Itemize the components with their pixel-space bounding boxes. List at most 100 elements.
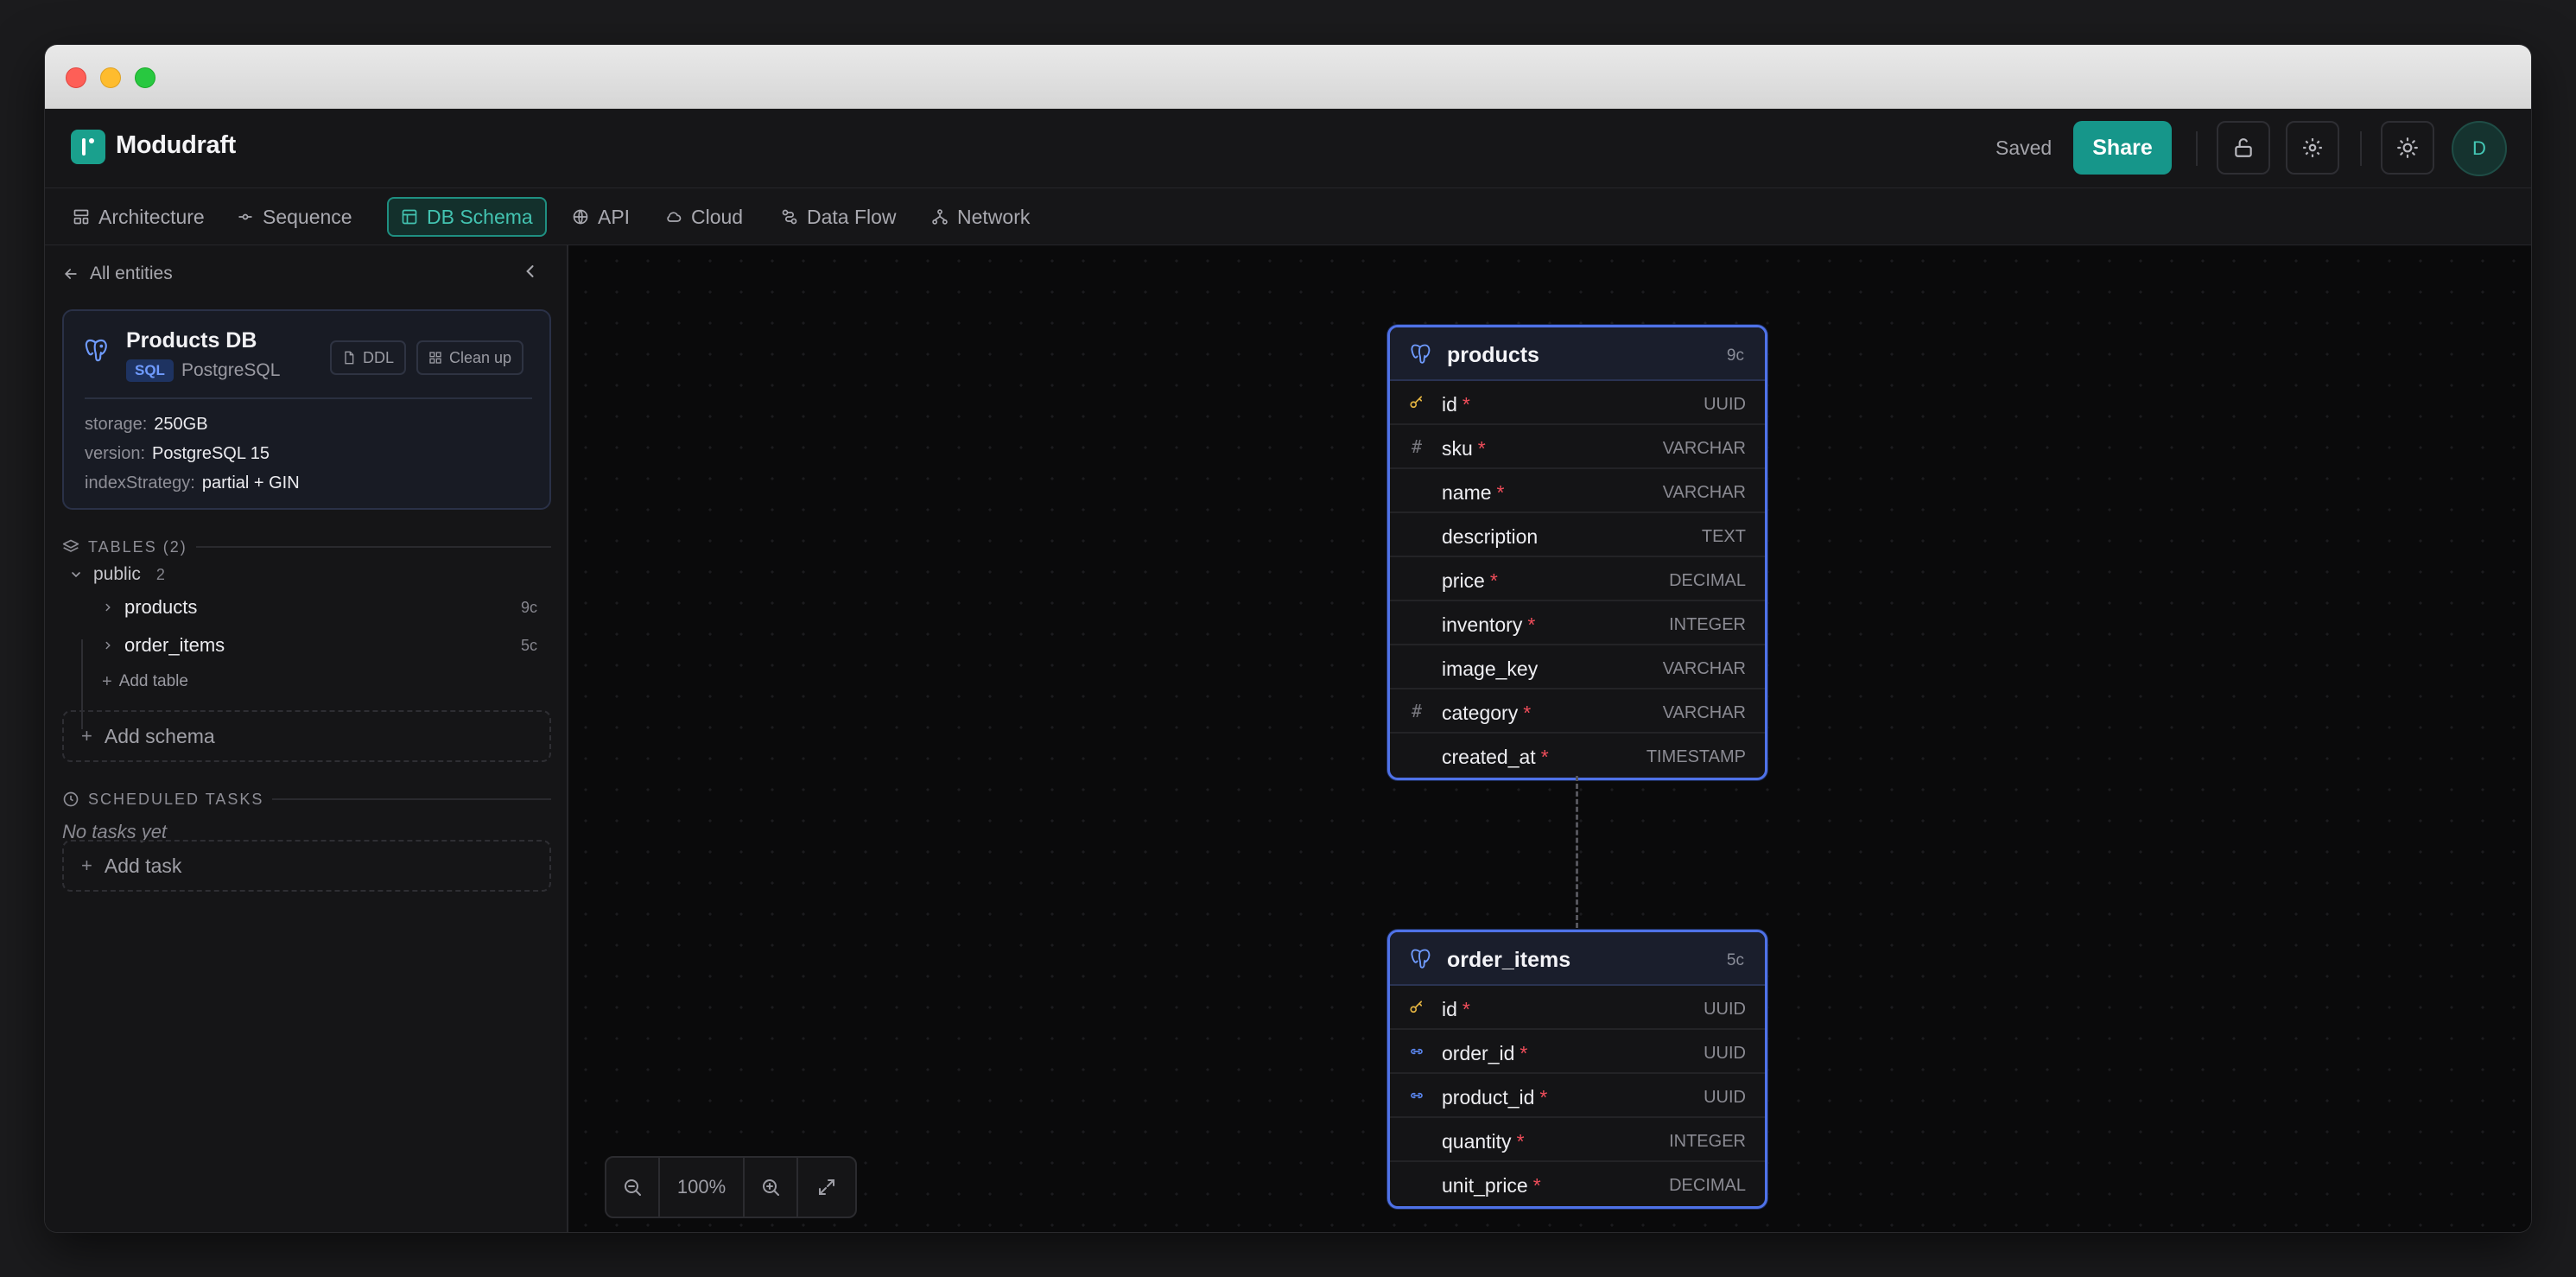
- zoom-in-icon: [763, 1179, 779, 1196]
- required-marker: *: [1527, 613, 1536, 636]
- database-engine: PostgreSQL: [181, 360, 281, 380]
- column-name: category *: [1442, 702, 1531, 725]
- add-task-button[interactable]: + Add task: [62, 840, 551, 892]
- maximize-window-button[interactable]: [135, 67, 155, 88]
- column-type: UUID: [1704, 395, 1746, 414]
- tables-section-label: TABLES (2): [88, 537, 187, 556]
- chevron-right-icon: [105, 641, 111, 650]
- zoom-in-button[interactable]: [745, 1158, 798, 1217]
- table-card-products[interactable]: products 9c id * UUID # sku * VARCHAR name * VARC…: [1387, 325, 1767, 780]
- minimize-window-button[interactable]: [100, 67, 121, 88]
- column-row[interactable]: product_id * UUID: [1390, 1074, 1765, 1118]
- column-type: UUID: [1704, 1044, 1746, 1063]
- postgresql-icon: [1411, 344, 1431, 364]
- column-type: VARCHAR: [1662, 659, 1746, 678]
- divider: [2196, 131, 2198, 166]
- column-row[interactable]: unit_price * DECIMAL: [1390, 1162, 1765, 1206]
- column-name-text: image_key: [1442, 658, 1539, 680]
- database-card[interactable]: Products DB SQL PostgreSQL DDL Clean up …: [62, 309, 551, 510]
- column-name-text: product_id: [1442, 1086, 1535, 1109]
- column-list: id * UUID # sku * VARCHAR name * VARCHAR descripti…: [1390, 381, 1765, 778]
- hash-icon: #: [1411, 436, 1423, 457]
- fit-view-button[interactable]: [798, 1158, 855, 1217]
- column-row[interactable]: # category * VARCHAR: [1390, 689, 1765, 734]
- route-icon: [782, 209, 797, 225]
- schema-count: 2: [155, 565, 165, 583]
- theme-toggle-button[interactable]: [2381, 121, 2434, 175]
- tab-label: Cloud: [691, 205, 744, 228]
- table-item-order-items[interactable]: order_items 5c: [102, 631, 537, 660]
- link-icon: [1409, 1088, 1424, 1103]
- column-count: 5c: [1726, 951, 1744, 969]
- add-schema-button[interactable]: + Add schema: [62, 710, 551, 762]
- table-icon: [402, 209, 417, 225]
- close-window-button[interactable]: [66, 67, 86, 88]
- collapse-sidebar-icon[interactable]: [522, 263, 539, 280]
- app-name: Modudraft: [116, 131, 237, 159]
- table-name: products: [1447, 343, 1539, 367]
- column-name-text: inventory: [1442, 613, 1523, 636]
- column-row[interactable]: created_at * TIMESTAMP: [1390, 734, 1765, 778]
- settings-button[interactable]: [2286, 121, 2339, 175]
- column-icon-slot: [1409, 747, 1424, 763]
- user-avatar[interactable]: D: [2452, 121, 2507, 176]
- column-name: product_id *: [1442, 1086, 1547, 1109]
- clean-up-button[interactable]: Clean up: [416, 340, 524, 375]
- key-icon: [1409, 1000, 1424, 1015]
- column-name: inventory *: [1442, 613, 1535, 637]
- table-item-count: 9c: [520, 598, 537, 616]
- tab-sequence[interactable]: Sequence: [225, 197, 365, 237]
- table-item-products[interactable]: products 9c: [102, 593, 537, 622]
- postgresql-icon: [1411, 949, 1431, 969]
- zoom-out-button[interactable]: [606, 1158, 660, 1217]
- column-row[interactable]: inventory * INTEGER: [1390, 601, 1765, 645]
- required-marker: *: [1520, 1042, 1528, 1064]
- tasks-section-label: SCHEDULED TASKS: [88, 790, 264, 808]
- tab-db-schema[interactable]: DB Schema: [387, 197, 547, 237]
- add-table-button[interactable]: + Add table: [102, 669, 188, 695]
- column-row[interactable]: quantity * INTEGER: [1390, 1118, 1765, 1162]
- column-icon-slot: [1409, 659, 1424, 675]
- divider: [85, 397, 532, 399]
- all-entities-link[interactable]: All entities: [62, 261, 173, 287]
- column-name-text: order_id: [1442, 1042, 1515, 1064]
- prop-version: version: PostgreSQL 15: [85, 444, 270, 464]
- cloud-icon: [667, 212, 682, 222]
- lock-button[interactable]: [2217, 121, 2270, 175]
- column-row[interactable]: order_id * UUID: [1390, 1030, 1765, 1074]
- column-type: VARCHAR: [1662, 703, 1746, 722]
- table-item-name: products: [124, 596, 198, 618]
- zoom-controls: 100%: [605, 1156, 857, 1218]
- column-row[interactable]: # sku * VARCHAR: [1390, 425, 1765, 469]
- column-type: DECIMAL: [1669, 571, 1746, 590]
- clock-icon: [63, 791, 79, 807]
- column-name-text: name: [1442, 481, 1492, 504]
- column-row[interactable]: id * UUID: [1390, 986, 1765, 1030]
- column-icon-slot: [1409, 483, 1424, 499]
- ddl-button[interactable]: DDL: [330, 340, 407, 375]
- tab-architecture[interactable]: Architecture: [60, 197, 217, 237]
- tab-label: Data Flow: [807, 205, 897, 228]
- column-count: 9c: [1726, 346, 1744, 365]
- share-button[interactable]: Share: [2073, 121, 2172, 175]
- column-row[interactable]: name * VARCHAR: [1390, 469, 1765, 513]
- column-row[interactable]: image_key VARCHAR: [1390, 645, 1765, 689]
- column-row[interactable]: id * UUID: [1390, 381, 1765, 425]
- prop-key: storage:: [85, 415, 148, 434]
- column-row[interactable]: description TEXT: [1390, 513, 1765, 557]
- tab-data-flow[interactable]: Data Flow: [769, 197, 909, 237]
- tab-network[interactable]: Network: [919, 197, 1042, 237]
- required-marker: *: [1532, 1174, 1541, 1197]
- column-row[interactable]: price * DECIMAL: [1390, 557, 1765, 601]
- required-marker: *: [1489, 569, 1498, 592]
- table-header[interactable]: order_items 5c: [1390, 932, 1765, 986]
- tab-cloud[interactable]: Cloud: [653, 197, 755, 237]
- layers-icon: [62, 539, 79, 552]
- table-header[interactable]: products 9c: [1390, 327, 1765, 381]
- prop-key: indexStrategy:: [85, 473, 195, 492]
- schema-canvas[interactable]: products 9c id * UUID # sku * VARCHAR name * VARC…: [570, 245, 2531, 1232]
- zoom-value: 100%: [676, 1176, 726, 1198]
- tab-api[interactable]: API: [560, 197, 642, 237]
- schema-row-public[interactable]: public 2: [69, 560, 165, 589]
- table-card-order-items[interactable]: order_items 5c id * UUID order_id * UUID produ…: [1387, 930, 1767, 1209]
